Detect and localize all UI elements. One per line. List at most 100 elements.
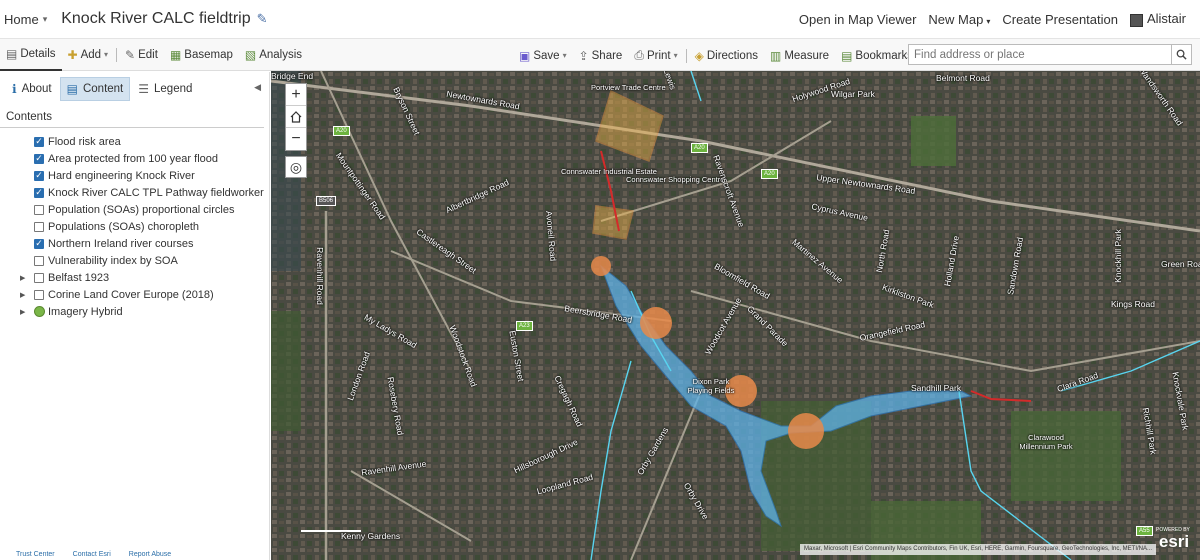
search-input[interactable] <box>909 45 1171 64</box>
layer-visibility-checkbox[interactable]: ✓ <box>34 187 44 198</box>
open-in-map-viewer-link[interactable]: Open in Map Viewer <box>799 12 917 27</box>
layer-visibility-checkbox[interactable] <box>34 221 44 232</box>
share-button[interactable]: ⇪ Share <box>573 39 629 72</box>
collapse-panel-icon[interactable]: ◀ <box>254 82 261 93</box>
zoom-controls: + − <box>285 83 307 151</box>
chevron-down-icon: ▾ <box>673 51 678 60</box>
layer-visibility-checkbox[interactable] <box>34 204 44 215</box>
road-shield: B506 <box>316 196 337 206</box>
layer-row[interactable]: Vulnerability index by SOA <box>0 252 269 269</box>
layer-label: Vulnerability index by SOA <box>48 254 178 267</box>
chevron-down-icon: ▾ <box>104 50 109 59</box>
search-box <box>908 44 1192 65</box>
layer-visibility-checkbox[interactable] <box>34 272 44 283</box>
details-label: Details <box>20 47 56 60</box>
layer-row[interactable]: ✓ Knock River CALC TPL Pathway fieldworke… <box>0 184 269 201</box>
layer-visibility-checkbox[interactable]: ✓ <box>34 238 44 249</box>
layer-label: Knock River CALC TPL Pathway fieldworker <box>48 186 264 199</box>
map-label: Wilgar Park <box>831 89 875 99</box>
zoom-in-button[interactable]: + <box>286 84 306 106</box>
layer-visibility-checkbox[interactable]: ✓ <box>34 170 44 181</box>
layer-list: ✓ Flood risk area ✓ Area protected from 100… <box>0 128 269 320</box>
layer-row[interactable]: ✓ Area protected from 100 year flood <box>0 150 269 167</box>
details-button[interactable]: ▤ Details <box>0 38 62 71</box>
map-view[interactable]: Bridge End Newtownards Road Portview Tra… <box>271 71 1200 560</box>
content-icon: ▤ <box>66 82 78 96</box>
locate-button[interactable]: ◎ <box>285 156 307 178</box>
home-extent-button[interactable] <box>286 106 306 128</box>
print-label: Print <box>646 49 671 62</box>
layer-label: Populations (SOAs) choropleth <box>48 220 200 233</box>
layer-row[interactable]: ▶ Imagery Hybrid <box>0 303 269 320</box>
toolbar-divider <box>116 47 118 62</box>
layer-visibility-checkbox[interactable]: ✓ <box>34 136 44 147</box>
layer-row[interactable]: ✓ Flood risk area <box>0 133 269 150</box>
layer-row[interactable]: ▶ Corine Land Cover Europe (2018) <box>0 286 269 303</box>
save-button[interactable]: ▣ Save ▾ <box>513 39 573 72</box>
directions-button[interactable]: ◈ Directions <box>689 39 764 72</box>
map-label: Kings Road <box>1111 299 1155 309</box>
layer-label: Northern Ireland river courses <box>48 237 194 250</box>
tab-about-label: About <box>21 83 52 95</box>
expand-arrow-icon[interactable]: ▶ <box>20 274 30 282</box>
chevron-down-icon: ▾ <box>562 51 567 60</box>
bookmarks-button[interactable]: ▤ Bookmarks <box>835 39 919 72</box>
layer-label: Hard engineering Knock River <box>48 169 195 182</box>
basemap-globe-icon <box>34 306 45 317</box>
map-label: Kenny Gardens <box>341 531 401 541</box>
layer-row[interactable]: ✓ Northern Ireland river courses <box>0 235 269 252</box>
print-button[interactable]: ⎙ Print ▾ <box>628 39 683 72</box>
share-icon: ⇪ <box>578 48 589 63</box>
new-map-menu[interactable]: New Map ▾ <box>928 12 990 27</box>
legend-icon: ☰ <box>138 82 150 96</box>
save-label: Save <box>533 49 560 62</box>
layer-row[interactable]: ✓ Hard engineering Knock River <box>0 167 269 184</box>
contact-esri-link[interactable]: Contact Esri <box>73 551 111 558</box>
layer-row[interactable]: ▶ Belfast 1923 <box>0 269 269 286</box>
search-button[interactable] <box>1171 45 1191 64</box>
avatar <box>1129 13 1143 27</box>
layer-row[interactable]: Populations (SOAs) choropleth <box>0 218 269 235</box>
tab-content[interactable]: ▤ Content <box>59 77 131 101</box>
zoom-out-button[interactable]: − <box>286 128 306 150</box>
create-presentation-link[interactable]: Create Presentation <box>1002 12 1118 27</box>
save-icon: ▣ <box>519 48 531 63</box>
map-label: Connswater Shopping Centre <box>626 175 725 184</box>
layer-row[interactable]: Population (SOAs) proportional circles <box>0 201 269 218</box>
measure-button[interactable]: ▥ Measure <box>764 39 835 72</box>
layer-label: Imagery Hybrid <box>48 305 123 318</box>
basemap-button[interactable]: ▦ Basemap <box>164 38 239 71</box>
tab-legend[interactable]: ☰ Legend <box>132 78 198 100</box>
search-icon <box>1176 49 1187 60</box>
expand-arrow-icon[interactable]: ▶ <box>20 308 30 316</box>
tab-about[interactable]: ℹ About <box>6 78 58 100</box>
layer-label: Corine Land Cover Europe (2018) <box>48 288 214 301</box>
road-shield: A20 <box>333 126 350 136</box>
details-icon: ▤ <box>6 46 18 61</box>
analysis-button[interactable]: ▧ Analysis <box>239 38 308 71</box>
layer-label: Population (SOAs) proportional circles <box>48 203 235 216</box>
panel-footer: Trust Center Contact Esri Report Abuse <box>0 551 270 558</box>
map-label: Ravenhill Road <box>314 247 325 305</box>
map-title: Knock River CALC fieldtrip <box>61 10 251 27</box>
map-attribution: Maxar, Microsoft | Esri Community Maps C… <box>800 544 1156 555</box>
directions-label: Directions <box>706 49 758 62</box>
layer-visibility-checkbox[interactable]: ✓ <box>34 153 44 164</box>
trust-center-link[interactable]: Trust Center <box>16 551 55 558</box>
edit-pencil-icon[interactable]: ✎ <box>257 11 268 27</box>
home-menu[interactable]: Home ▾ <box>4 12 47 27</box>
layer-visibility-checkbox[interactable] <box>34 289 44 300</box>
road-shield: A55 <box>1136 526 1153 536</box>
new-map-label: New Map <box>928 11 984 27</box>
expand-arrow-icon[interactable]: ▶ <box>20 291 30 299</box>
basemap-icon: ▦ <box>169 47 182 62</box>
tab-content-label: Content <box>82 83 124 95</box>
layer-visibility-checkbox[interactable] <box>34 255 44 266</box>
report-abuse-link[interactable]: Report Abuse <box>129 551 171 558</box>
toolbar: ▤ Details ✚ Add ▾ ✎ Edit ▦ Basemap ▧ Ana… <box>0 38 1200 71</box>
edit-button[interactable]: ✎ Edit <box>119 38 164 71</box>
bookmarks-icon: ▤ <box>841 48 853 63</box>
user-name: Alistair <box>1146 11 1186 27</box>
add-button[interactable]: ✚ Add ▾ <box>62 38 115 71</box>
user-menu[interactable]: Alistair <box>1129 11 1186 27</box>
